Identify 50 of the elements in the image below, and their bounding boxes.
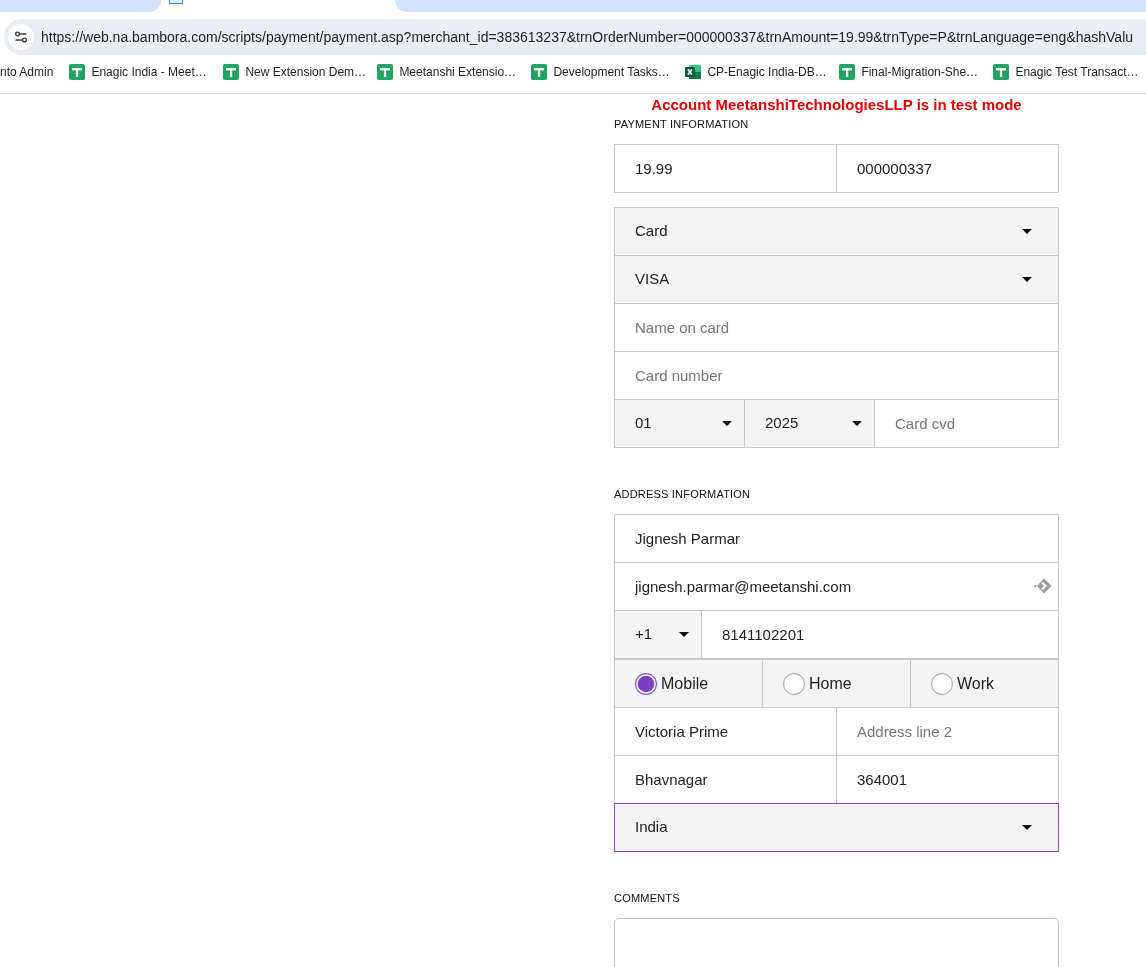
radio-option[interactable]: Mobile [614, 658, 763, 708]
bookmark[interactable]: New Extension Dem… [223, 58, 378, 86]
bookmark[interactable]: Development Tasks… [531, 58, 686, 86]
spreadsheet-icon [223, 64, 240, 80]
radio-icon[interactable] [783, 672, 805, 695]
caret-icon [1022, 825, 1032, 830]
browser-tab[interactable] [0, 0, 161, 12]
caret-icon [1022, 229, 1032, 234]
dropdown[interactable]: 01 [614, 399, 745, 448]
dropdown[interactable]: Card [614, 207, 1059, 256]
bookmark[interactable]: Meetanshi Extensio… [377, 58, 532, 86]
bookmark[interactable]: CP-Enagic India-DB… [685, 58, 840, 86]
text-field[interactable]: Card cvd [874, 399, 1059, 448]
section-heading: PAYMENT INFORMATION [614, 117, 750, 131]
caret-icon [679, 632, 689, 637]
spreadsheet-icon [531, 64, 548, 80]
section-heading: ADDRESS INFORMATION [614, 487, 752, 501]
caret-icon [1022, 277, 1032, 282]
text-field[interactable]: jignesh.parmar@meetanshi.com [614, 562, 1059, 611]
text-field[interactable]: Card number [614, 351, 1059, 400]
bookmark[interactable]: Enagic India - Meet… [69, 58, 224, 86]
caret-icon [852, 421, 862, 426]
test-mode-notice: Account MeetanshiTechnologiesLLP is in test mode [650, 96, 1023, 114]
bookmark[interactable]: nto Admin [0, 58, 70, 86]
radio-option[interactable]: Work [910, 658, 1059, 708]
site-info-icon[interactable] [8, 24, 34, 50]
address-bar[interactable]: https://web.na.bambora.com/scripts/payment/payment.asp?merchant_id=383613237&trnOrderNumber=000000337&trnAmount=19.99&trnType=P&trnLanguage=eng&hashValu [4, 19, 1146, 55]
spreadsheet-icon [839, 64, 856, 80]
section-heading: COMMENTS [614, 891, 681, 905]
caret-icon [722, 421, 732, 426]
spreadsheet-icon [377, 64, 394, 80]
dropdown[interactable]: VISA [614, 255, 1059, 304]
text-field[interactable]: 000000337 [836, 144, 1059, 193]
radio-icon[interactable] [931, 672, 953, 695]
dropdown[interactable]: +1 [614, 610, 702, 659]
dropdown[interactable]: 2025 [744, 399, 875, 448]
dropdown[interactable]: India [614, 803, 1059, 852]
text-field[interactable]: 19.99 [614, 144, 837, 193]
bookmark[interactable]: Final-Migration-She… [839, 58, 994, 86]
spreadsheet-icon [69, 64, 86, 80]
bookmark[interactable]: Enagic Test Transact… [993, 58, 1146, 86]
favicon-icon [169, 0, 183, 4]
diamond-arrow-icon[interactable] [1034, 578, 1052, 594]
radio-option[interactable]: Home [762, 658, 911, 708]
text-field[interactable]: Name on card [614, 303, 1059, 352]
text-field[interactable]: Jignesh Parmar [614, 514, 1059, 563]
radio-icon[interactable] [635, 672, 657, 695]
browser-tab[interactable] [395, 0, 1146, 12]
spreadsheet-icon [993, 64, 1010, 80]
x-document-icon [685, 64, 702, 80]
